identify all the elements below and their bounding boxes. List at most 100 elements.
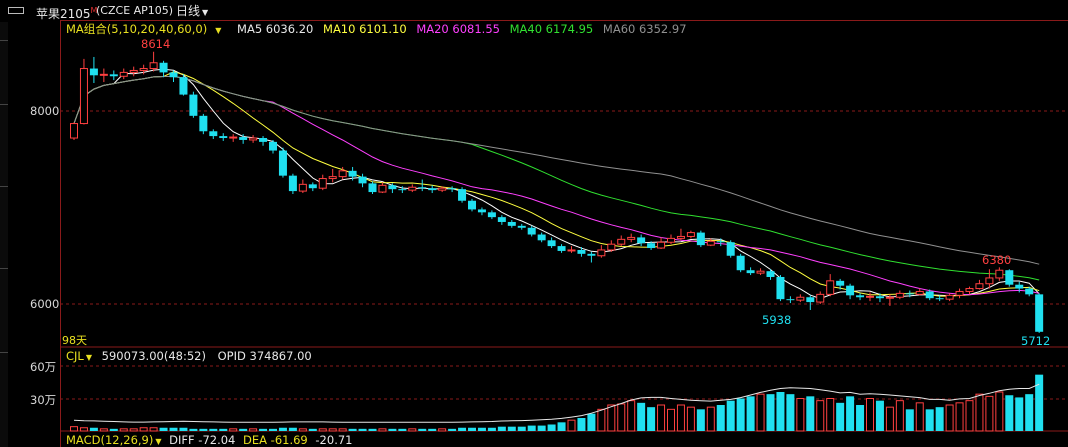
volume-bar-down — [587, 413, 596, 431]
candle-body-up — [70, 123, 78, 139]
volume-bar-up — [676, 404, 685, 432]
candle-body-up — [99, 73, 108, 76]
candle-body-up — [816, 293, 825, 303]
volume-bar-down — [1005, 395, 1014, 431]
volume-bar-up — [975, 393, 984, 432]
volume-bar-down — [428, 428, 437, 431]
candle-body-up — [408, 186, 417, 191]
candle-body-down — [199, 115, 208, 132]
volume-bar-up — [995, 391, 1004, 432]
volume-bar-up — [298, 428, 307, 432]
candle-body-up — [667, 237, 675, 243]
candle-body-down — [1025, 288, 1034, 295]
ma-line-10 — [73, 71, 1040, 297]
candle-body-down — [388, 185, 397, 190]
candle-body-up — [298, 183, 307, 192]
candle-body-down — [527, 227, 536, 235]
volume-bar-down — [766, 394, 775, 431]
candle-body-up — [756, 270, 765, 274]
candle-body-down — [368, 183, 377, 193]
volume-bar-down — [418, 428, 427, 431]
ma5-value: MA5 6036.20 — [237, 22, 314, 36]
volume-bar-down — [468, 427, 476, 431]
candle-body-up — [826, 280, 835, 295]
ma60-value: MA60 6352.97 — [602, 22, 687, 36]
macd-legend: MACD(12,26,9) ▼ DIFF -72.04 DEA -61.69 -2… — [66, 433, 352, 447]
volume-bar-down — [358, 428, 367, 431]
candle-body-down — [716, 241, 725, 243]
volume-bar-up — [597, 408, 606, 432]
candle-body-up — [139, 68, 148, 71]
candle-body-down — [179, 77, 188, 95]
volume-bar-down — [497, 426, 506, 431]
candle-body-down — [806, 297, 815, 303]
volume-bar-down — [169, 427, 178, 431]
candle-body-down — [875, 296, 884, 299]
candle-body-down — [308, 184, 317, 189]
volume-bar-down — [179, 427, 188, 431]
candle-body-down — [288, 175, 297, 192]
high-annotation: 8614 — [141, 37, 171, 51]
volume-bar-down — [288, 427, 297, 431]
volume-bar-up — [756, 393, 765, 432]
candle-body-up — [995, 269, 1004, 279]
macd-indicator-name[interactable]: MACD(12,26,9) ▼ — [66, 433, 162, 447]
volume-bar-down — [776, 392, 785, 431]
volume-bar-down — [458, 427, 467, 431]
candle-body-up — [129, 69, 138, 73]
volume-bar-up — [438, 428, 447, 432]
candle-body-up — [706, 240, 715, 246]
volume-bar-down — [239, 428, 248, 431]
candle-body-down — [537, 234, 546, 241]
ma-line-40 — [73, 76, 1040, 281]
volume-bar-down — [308, 428, 317, 431]
volume-bar-up — [129, 428, 138, 432]
volume-bar-down — [507, 426, 516, 431]
candle-body-down — [269, 141, 277, 151]
candle-body-down — [487, 212, 496, 218]
volume-bar-up — [617, 403, 626, 432]
volume-bar-up — [119, 428, 128, 432]
volume-bar-down — [477, 427, 486, 431]
kline-chart[interactable] — [0, 0, 1068, 447]
candle-body-down — [746, 270, 755, 274]
candle-body-up — [686, 232, 695, 237]
candle-body-down — [458, 189, 467, 201]
volume-bar-down — [199, 428, 208, 431]
candle-body-down — [159, 62, 168, 73]
volume-bar-down — [925, 409, 934, 431]
candle-body-up — [965, 288, 974, 292]
volume-bar-down — [1035, 374, 1044, 431]
macd-value: -20.71 — [315, 433, 353, 447]
candle-body-up — [119, 71, 128, 77]
candle-body-up — [249, 137, 258, 141]
volume-tick-30: 30万 — [30, 393, 57, 407]
candle-body-down — [776, 276, 785, 300]
volume-bar-down — [577, 418, 586, 431]
candle-body-up — [318, 178, 327, 189]
ma20-value: MA20 6081.55 — [416, 22, 500, 36]
candle-body-down — [557, 246, 566, 251]
volume-bar-up — [866, 398, 874, 432]
volume-indicator-name[interactable]: CJL ▼ — [66, 349, 92, 363]
volume-bar-down — [547, 424, 556, 431]
ma-line-5 — [73, 68, 1040, 300]
volume-bar-up — [885, 406, 894, 432]
volume-bar-up — [139, 427, 148, 432]
chevron-down-icon: ▼ — [215, 26, 222, 35]
price-tick-8000: 8000 — [30, 104, 60, 118]
volume-bar-up — [567, 419, 576, 432]
volume-bar-up — [607, 404, 616, 432]
candle-body-up — [627, 236, 636, 240]
volume-bar-up — [229, 428, 238, 432]
candle-body-down — [517, 225, 526, 228]
volume-bar-up — [149, 427, 158, 432]
candle-body-down — [786, 299, 795, 301]
ma-group-label[interactable]: MA组合(5,10,20,40,60,0) ▼ — [66, 22, 227, 36]
volume-bar-down — [637, 402, 646, 431]
candle-body-down — [477, 209, 486, 213]
volume-bar-down — [746, 396, 755, 431]
macd-diff: DIFF -72.04 — [169, 433, 236, 447]
recent-high-annotation: 6380 — [982, 253, 1012, 267]
candle-body-down — [418, 187, 427, 189]
